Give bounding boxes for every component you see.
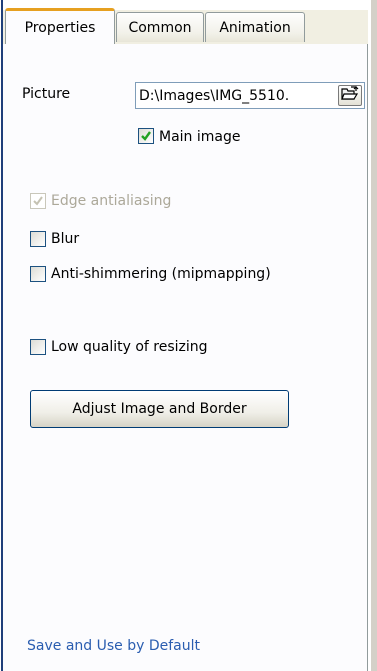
picture-path-input[interactable] — [137, 84, 341, 107]
checkmark-icon — [33, 196, 43, 206]
blur-checkbox[interactable] — [30, 231, 46, 247]
save-use-default-link[interactable]: Save and Use by Default — [27, 638, 200, 654]
properties-panel: Properties Common Animation Picture D:\I… — [0, 0, 377, 671]
edge-antialiasing-checkbox[interactable] — [30, 193, 46, 209]
low-quality-resizing-label: Low quality of resizing — [51, 339, 208, 355]
picture-path-field[interactable] — [135, 82, 365, 109]
adjust-image-border-button[interactable]: Adjust Image and Border — [30, 390, 289, 428]
low-quality-resizing-checkbox[interactable] — [30, 339, 46, 355]
checkmark-icon — [141, 131, 151, 141]
main-image-label: Main image — [159, 129, 241, 145]
tab-animation[interactable]: Animation — [205, 12, 305, 42]
main-image-checkbox[interactable] — [138, 128, 154, 144]
tab-common[interactable]: Common — [116, 12, 204, 42]
panel-right-strip — [371, 0, 377, 671]
blur-label: Blur — [51, 231, 80, 247]
tab-properties-label: Properties — [24, 19, 96, 36]
tab-animation-label: Animation — [219, 19, 291, 36]
anti-shimmering-label: Anti-shimmering (mipmapping) — [51, 266, 271, 282]
folder-open-icon — [341, 86, 359, 105]
edge-antialiasing-label: Edge antialiasing — [51, 193, 172, 209]
picture-label: Picture — [22, 86, 71, 102]
tab-bar: Properties Common Animation — [3, 8, 368, 44]
tab-common-label: Common — [128, 19, 192, 36]
browse-button[interactable] — [338, 85, 362, 106]
anti-shimmering-checkbox[interactable] — [30, 266, 46, 282]
tab-properties[interactable]: Properties — [5, 8, 115, 44]
